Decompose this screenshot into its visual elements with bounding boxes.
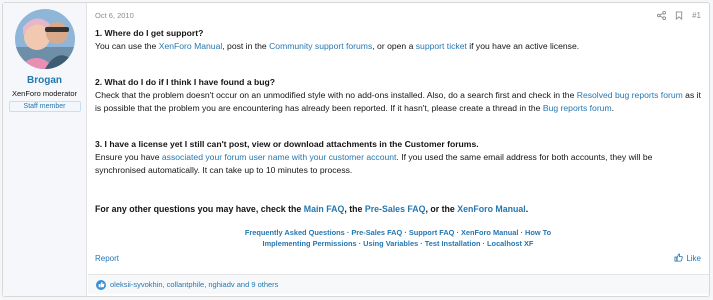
post-number-link[interactable]: #1 — [692, 11, 701, 20]
post-meta: Oct 6, 2010 #1 — [95, 9, 701, 21]
post-actions: #1 — [657, 10, 701, 20]
associate-account-link[interactable]: associated your forum user name with you… — [162, 152, 397, 162]
other-questions: For any other questions you may have, ch… — [95, 203, 701, 216]
like-label: Like — [686, 254, 701, 263]
final-text: , or the — [425, 204, 458, 214]
user-title: XenForo moderator — [11, 89, 78, 98]
answer-text: You can use the — [95, 41, 159, 51]
faq-links-row-1[interactable]: Frequently Asked Questions · Pre-Sales F… — [95, 227, 701, 238]
user-info-panel: Brogan XenForo moderator Staff member — [3, 3, 87, 296]
answer-text: Check that the problem doesn't occur on … — [95, 90, 577, 100]
post-body: 1. Where do I get support? You can use t… — [95, 27, 701, 249]
share-icon[interactable] — [657, 10, 667, 20]
answer-text: Ensure you have — [95, 152, 162, 162]
post-main: Oct 6, 2010 #1 1. Where do I get support… — [87, 3, 709, 296]
faq-links-row-2[interactable]: Implementing Permissions · Using Variabl… — [95, 238, 701, 249]
avatar[interactable] — [14, 9, 75, 69]
forum-post: Brogan XenForo moderator Staff member Oc… — [2, 2, 710, 297]
username-link[interactable]: Brogan — [27, 75, 62, 86]
answer-text: if you have an active license. — [466, 41, 580, 51]
reaction-summary[interactable]: oleksii-syvokhin, collantphile, nghiadv … — [110, 280, 278, 289]
resolved-bug-reports-link[interactable]: Resolved bug reports forum — [577, 90, 683, 100]
answer-text: . — [611, 103, 615, 113]
report-link[interactable]: Report — [95, 254, 119, 263]
thumbs-up-icon — [674, 253, 684, 264]
reactions-bar[interactable]: oleksii-syvokhin, collantphile, nghiadv … — [88, 274, 709, 294]
faq-links: Frequently Asked Questions · Pre-Sales F… — [95, 227, 701, 249]
like-button[interactable]: Like — [674, 253, 701, 264]
staff-badge: Staff member — [8, 101, 81, 112]
bookmark-icon[interactable] — [675, 10, 683, 20]
main-faq-link[interactable]: Main FAQ — [304, 204, 345, 214]
xenforo-manual-link[interactable]: XenForo Manual — [159, 41, 223, 51]
support-ticket-link[interactable]: support ticket — [416, 41, 467, 51]
community-support-link[interactable]: Community support forums — [269, 41, 372, 51]
like-reaction-icon — [96, 279, 106, 290]
final-text: . — [525, 204, 529, 214]
bug-reports-forum-link[interactable]: Bug reports forum — [543, 103, 612, 113]
answer-text: , or open a — [372, 41, 416, 51]
faq-answer-2: Check that the problem doesn't occur on … — [95, 89, 701, 115]
post-date[interactable]: Oct 6, 2010 — [95, 11, 134, 20]
faq-answer-1: You can use the XenForo Manual, post in … — [95, 40, 701, 53]
final-text: , the — [344, 204, 365, 214]
pre-sales-faq-link[interactable]: Pre-Sales FAQ — [365, 204, 426, 214]
xenforo-manual-link-final[interactable]: XenForo Manual — [457, 204, 525, 214]
faq-answer-3: Ensure you have associated your forum us… — [95, 151, 701, 177]
faq-question-3: 3. I have a license yet I still can't po… — [95, 139, 479, 149]
post-footer: Report Like — [95, 253, 701, 264]
final-text: For any other questions you may have, ch… — [95, 204, 304, 214]
faq-question-2: 2. What do I do if I think I have found … — [95, 77, 275, 87]
answer-text: , post in the — [222, 41, 270, 51]
faq-question-1: 1. Where do I get support? — [95, 28, 204, 38]
